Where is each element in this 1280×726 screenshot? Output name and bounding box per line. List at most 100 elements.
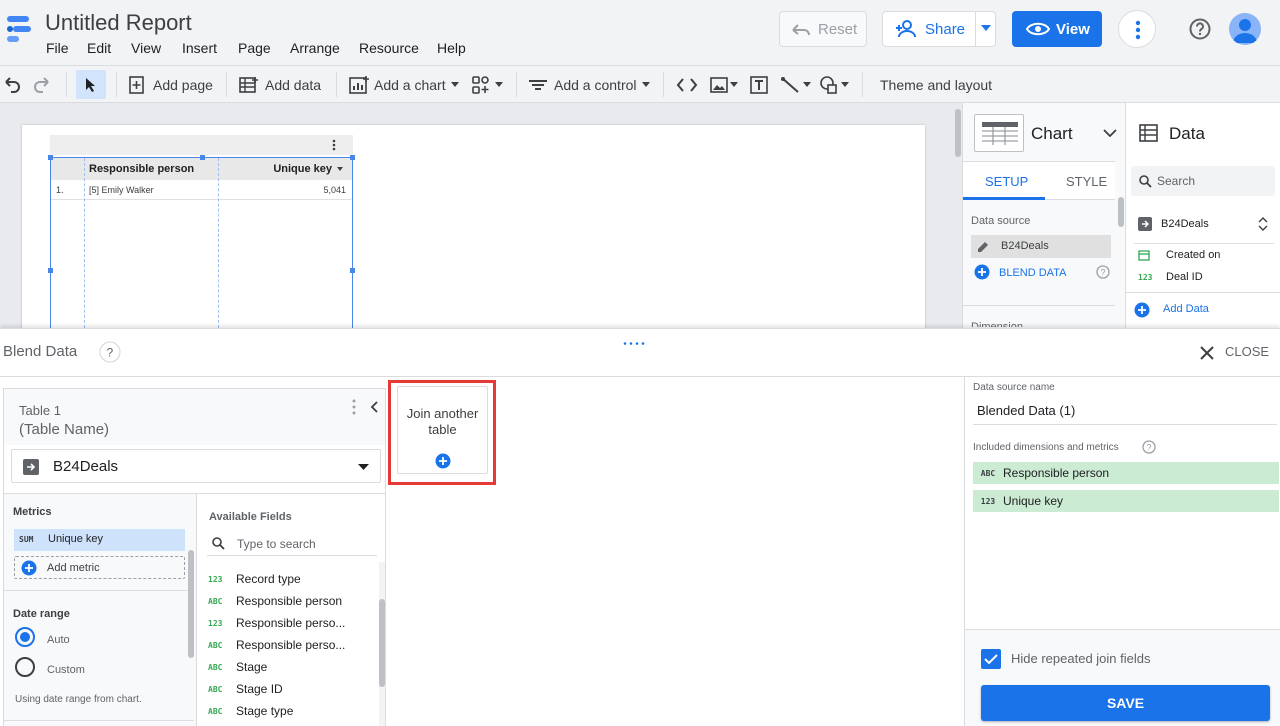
data-search-box[interactable]: Search [1131,166,1275,196]
embed-code-icon[interactable] [676,76,698,94]
data-field-name[interactable]: Created on [1166,249,1220,261]
edit-pencil-icon[interactable] [977,240,990,253]
add-control-label: Add a control [554,76,637,93]
more-vert-icon[interactable] [332,139,336,151]
blend-header: Blend Data ? CLOSE [0,329,1280,377]
shape-button[interactable] [818,66,849,103]
panel-scrollbar[interactable] [1118,197,1124,227]
table-1-source-select[interactable]: B24Deals [11,449,381,483]
blend-footer: Hide repeated join fields SAVE [965,629,1280,726]
menu-insert[interactable]: Insert [182,40,217,56]
caret-down-icon [841,82,849,87]
chart-type-selector[interactable] [974,114,1024,152]
more-vert-icon[interactable] [352,399,356,415]
blend-data-link[interactable]: BLEND DATA [999,267,1066,279]
resize-handle[interactable] [350,155,355,160]
theme-layout-button[interactable]: Theme and layout [880,66,992,103]
line-button[interactable] [780,66,811,103]
config-scrollbar[interactable] [188,550,194,658]
share-button[interactable]: Share [882,11,996,47]
resize-handle[interactable] [350,268,355,273]
menu-page[interactable]: Page [238,40,271,56]
radio-auto[interactable] [15,627,35,647]
data-field-name[interactable]: Deal ID [1166,271,1203,283]
help-icon[interactable] [1189,18,1211,40]
included-field-chip[interactable]: ABC Responsible person [973,462,1279,484]
user-avatar[interactable] [1229,13,1261,45]
menu-edit[interactable]: Edit [87,40,111,56]
field-item[interactable]: 123 Record type [208,568,301,590]
add-circle-icon[interactable] [974,264,990,280]
add-control-button[interactable]: Add a control [527,66,650,103]
add-metric-button[interactable]: Add metric [14,556,185,579]
menu-arrange[interactable]: Arrange [290,40,340,56]
add-chart-button[interactable]: Add a chart [348,66,459,103]
chevron-down-icon[interactable] [1103,129,1117,137]
share-dropdown-button[interactable] [975,12,995,46]
data-search-placeholder: Search [1157,174,1196,188]
add-person-icon [896,20,916,38]
included-field-chip[interactable]: 123 Unique key [973,490,1279,512]
close-button[interactable]: CLOSE [1199,342,1269,362]
report-page: Responsible person Unique key 1. [5] Emi… [22,125,925,338]
more-options-button[interactable] [1118,10,1156,48]
add-data-label: Add data [265,76,322,93]
add-data-link[interactable]: Add Data [1163,303,1209,315]
data-source-chip[interactable]: B24Deals [971,235,1111,258]
radio-custom[interactable] [15,657,35,677]
add-data-button[interactable]: Add data [238,66,321,103]
field-item[interactable]: ABC Stage type [208,700,293,722]
field-item[interactable]: ABC Stage ID [208,678,283,700]
caret-down-icon [730,82,738,87]
redo-icon[interactable] [33,75,51,93]
undo-icon[interactable] [3,75,21,93]
menu-resource[interactable]: Resource [359,40,419,56]
view-button[interactable]: View [1012,11,1102,47]
chevron-left-icon[interactable] [370,401,378,413]
resize-handle[interactable] [48,268,53,273]
image-button[interactable] [709,66,738,103]
add-circle-icon[interactable] [1134,302,1150,318]
field-item[interactable]: 123 Responsible perso... [208,612,345,634]
available-fields-label: Available Fields [209,511,292,523]
report-title[interactable]: Untitled Report [45,10,192,36]
field-item[interactable]: ABC Responsible perso... [208,634,345,656]
text-box-icon[interactable] [749,75,769,95]
add-page-button[interactable]: Add page [127,66,213,103]
field-item[interactable]: ABC Responsible person [208,590,342,612]
community-viz-button[interactable] [471,66,503,103]
collapse-expand-icon[interactable] [1258,217,1268,231]
reset-button[interactable]: Reset [779,11,867,47]
filter-lines-icon [529,79,547,90]
data-source-label: Data source [971,215,1031,227]
dimension-label: Dimension [971,321,1023,327]
table-1-title[interactable]: Table 1 [19,403,61,418]
column-header-person[interactable]: Responsible person [89,163,194,175]
column-header-key[interactable]: Unique key [273,163,332,175]
tab-style[interactable]: STYLE [1066,174,1107,189]
metric-chip[interactable]: SUM Unique key [14,529,185,551]
field-item[interactable]: ABC Stage [208,656,267,678]
menu-file[interactable]: File [46,40,69,56]
source-name-value: Blended Data (1) [977,403,1076,418]
select-tool-button[interactable] [76,70,106,99]
help-icon[interactable]: ? [1096,265,1110,279]
help-icon[interactable]: ? [99,341,121,363]
menu-help[interactable]: Help [437,40,466,56]
fields-scrollbar[interactable] [379,599,385,687]
hide-repeated-checkbox[interactable] [981,649,1001,669]
help-icon[interactable]: ? [1142,440,1156,454]
looker-studio-logo-icon[interactable] [5,13,35,45]
save-button[interactable]: SAVE [981,685,1270,721]
table-1-subtitle[interactable]: (Table Name) [19,421,109,438]
table-chart[interactable]: Responsible person Unique key 1. [5] Emi… [50,157,353,338]
tab-setup[interactable]: SETUP [985,174,1028,189]
resize-handle[interactable] [48,155,53,160]
source-name-input[interactable]: Blended Data (1) [973,397,1277,425]
resize-handle[interactable] [200,155,205,160]
metric-aggregation[interactable]: SUM [19,535,33,544]
canvas-scrollbar[interactable] [955,109,961,157]
field-search-input[interactable]: Type to search [207,530,377,556]
menu-view[interactable]: View [131,40,161,56]
close-label: CLOSE [1225,344,1270,359]
